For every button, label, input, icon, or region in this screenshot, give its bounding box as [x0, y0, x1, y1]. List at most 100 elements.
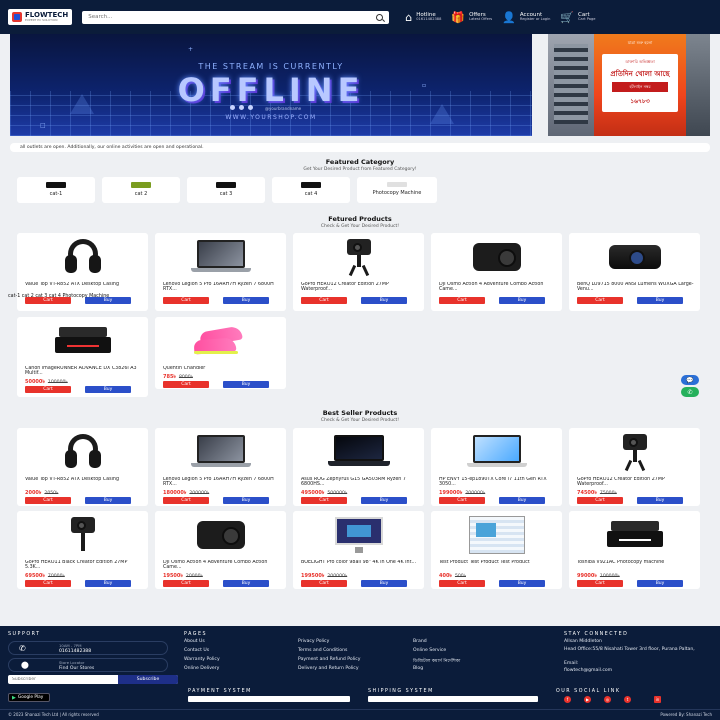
account-link[interactable]: 👤 Account Register or Login: [502, 12, 550, 23]
google-play-badge[interactable]: ▶ Google Play: [8, 693, 50, 702]
product-card[interactable]: DJI Osmo Action 4 Adventure Combo Action…: [431, 233, 562, 311]
product-name[interactable]: Canon imageRUNNER ADVANCE DX C3826i A3 M…: [25, 366, 143, 377]
footer-link-contact[interactable]: Contact Us: [184, 648, 209, 653]
add-to-cart-button[interactable]: Cart: [163, 497, 209, 504]
product-name[interactable]: Value Top VT-R852 ATX Desktop Casing: [25, 477, 143, 482]
footer-link-online-service[interactable]: Online Service: [413, 648, 446, 653]
category-card[interactable]: cat-1: [17, 177, 95, 203]
product-card[interactable]: Test Product Test Product Test Product 4…: [431, 511, 562, 589]
product-name[interactable]: Value Top VT-R852 ATX Desktop Casing: [25, 282, 143, 287]
product-name[interactable]: DJI Osmo Action 4 Adventure Combo Action…: [163, 560, 281, 571]
whatsapp-chat-button[interactable]: ✆: [681, 387, 699, 397]
buy-now-button[interactable]: Buy: [85, 386, 131, 393]
linkedin-icon[interactable]: in: [654, 696, 661, 703]
product-name[interactable]: BOELIGHT Pro color 98all 98" 4K In One 4…: [301, 560, 419, 565]
footer-link-privacy[interactable]: Privacy Policy: [298, 639, 329, 644]
product-card[interactable]: Toshiba V921AC Photocopy machine 99000৳ 1…: [569, 511, 700, 589]
product-name[interactable]: Asus ROG Zephyrus G15 GA503RM Ryzen 7 68…: [301, 477, 419, 488]
add-to-cart-button[interactable]: Cart: [439, 297, 485, 304]
buy-now-button[interactable]: Buy: [223, 580, 269, 587]
add-to-cart-button[interactable]: Cart: [439, 580, 485, 587]
product-card[interactable]: Value Top VT-R852 ATX Desktop Casing 200…: [17, 428, 148, 506]
product-card[interactable]: Canon imageRUNNER ADVANCE DX C3826i A3 M…: [17, 317, 148, 397]
search-icon[interactable]: [376, 13, 384, 21]
add-to-cart-button[interactable]: Cart: [577, 297, 623, 304]
product-name[interactable]: BenQ LU9715 8000 ANSI Lumens WUXGA Large…: [577, 282, 695, 293]
store-locator[interactable]: ⬤ Store Locator Find Our Stores: [8, 658, 168, 672]
add-to-cart-button[interactable]: Cart: [301, 497, 347, 504]
email-address[interactable]: flowtech@gmail.com: [564, 668, 612, 673]
product-name[interactable]: GoPro HERO12 Creator Edition 27MP Waterp…: [301, 282, 419, 293]
site-logo[interactable]: FLOWTECH EXPERT PC SOLUTION: [8, 9, 73, 25]
twitter-icon[interactable]: t: [624, 696, 631, 703]
product-name[interactable]: Lenovo Legion 5 Pro 16ARH7H Ryzen 7 6800…: [163, 282, 281, 293]
product-card[interactable]: HP ENVY 15-ep1890TX Core i7 11th Gen RTX…: [431, 428, 562, 506]
category-card[interactable]: cat 3: [187, 177, 265, 203]
product-card[interactable]: DJI Osmo Action 4 Adventure Combo Action…: [155, 511, 286, 589]
buy-now-button[interactable]: Buy: [361, 297, 407, 304]
add-to-cart-button[interactable]: Cart: [439, 497, 485, 504]
footer-link-delivery-return[interactable]: Delivery and Return Policy: [298, 666, 359, 671]
product-name[interactable]: Test Product Test Product Test Product: [439, 560, 557, 565]
footer-link-online-delivery[interactable]: Online Delivery: [184, 666, 219, 671]
footer-link-blog[interactable]: Blog: [413, 666, 423, 671]
buy-now-button[interactable]: Buy: [637, 580, 683, 587]
category-card[interactable]: Photocopy Machine: [357, 177, 437, 203]
add-to-cart-button[interactable]: Cart: [25, 580, 71, 587]
product-card[interactable]: Value Top VT-R852 ATX Desktop Casing Car…: [17, 233, 148, 311]
hero-banner[interactable]: + ▫ □ THE STREAM IS CURRENTLY OFFLINE @y…: [10, 34, 532, 136]
product-name[interactable]: DJI Osmo Action 4 Adventure Combo Action…: [439, 282, 557, 293]
subscribe-input[interactable]: [12, 675, 112, 684]
product-card[interactable]: Quentin Chandler 785৳ 8000৳ Cart Buy: [155, 317, 286, 389]
buy-now-button[interactable]: Buy: [361, 580, 407, 587]
footer-link-terms[interactable]: Terms and Conditions: [298, 648, 347, 653]
product-name[interactable]: Toshiba V921AC Photocopy machine: [577, 560, 695, 565]
add-to-cart-button[interactable]: Cart: [577, 497, 623, 504]
buy-now-button[interactable]: Buy: [499, 497, 545, 504]
buy-now-button[interactable]: Buy: [499, 297, 545, 304]
footer-link-brand[interactable]: Brand: [413, 639, 427, 644]
footer-link-about[interactable]: About Us: [184, 639, 205, 644]
product-card[interactable]: Lenovo Legion 5 Pro 16ARH7H Ryzen 7 6800…: [155, 233, 286, 311]
product-card[interactable]: Asus ROG Zephyrus G15 GA503RM Ryzen 7 68…: [293, 428, 424, 506]
product-card[interactable]: BOELIGHT Pro color 98all 98" 4K In One 4…: [293, 511, 424, 589]
messenger-chat-button[interactable]: 💬: [681, 375, 699, 385]
buy-now-button[interactable]: Buy: [223, 297, 269, 304]
buy-now-button[interactable]: Buy: [361, 497, 407, 504]
category-strip[interactable]: cat-1 cat 2 cat 3 cat 4 Photocopy Machin…: [8, 294, 109, 299]
facebook-icon[interactable]: f: [564, 696, 571, 703]
category-card[interactable]: cat 2: [102, 177, 180, 203]
offers-link[interactable]: 🎁 Offers Latest Offers: [451, 12, 492, 23]
product-card[interactable]: Lenovo Legion 5 Pro 16ARH7H Ryzen 7 6800…: [155, 428, 286, 506]
add-to-cart-button[interactable]: Cart: [577, 580, 623, 587]
add-to-cart-button[interactable]: Cart: [163, 580, 209, 587]
add-to-cart-button[interactable]: Cart: [301, 297, 347, 304]
footer-link-digital-commerce[interactable]: ডিজিটাল কমার্স নির্দেশিকা: [413, 657, 460, 665]
add-to-cart-button[interactable]: Cart: [25, 497, 71, 504]
product-name[interactable]: Lenovo Legion 5 Pro 16ARH7H Ryzen 7 6800…: [163, 477, 281, 488]
instagram-icon[interactable]: ◎: [604, 696, 611, 703]
buy-now-button[interactable]: Buy: [637, 297, 683, 304]
category-card[interactable]: cat 4: [272, 177, 350, 203]
product-card[interactable]: BenQ LU9715 8000 ANSI Lumens WUXGA Large…: [569, 233, 700, 311]
product-name[interactable]: HP ENVY 15-ep1890TX Core i7 11th Gen RTX…: [439, 477, 557, 488]
buy-now-button[interactable]: Buy: [223, 497, 269, 504]
side-ad[interactable]: যাত্রা শুরু হলো ডাক্তারি অভিজ্ঞতা প্রতিদ…: [548, 34, 710, 136]
add-to-cart-button[interactable]: Cart: [301, 580, 347, 587]
buy-now-button[interactable]: Buy: [85, 580, 131, 587]
buy-now-button[interactable]: Buy: [223, 381, 269, 388]
product-card[interactable]: GoPro HERO11 Black Creator Edition 27MP …: [17, 511, 148, 589]
footer-link-warranty[interactable]: Warranty Policy: [184, 657, 220, 662]
footer-link-payment-refund[interactable]: Payment and Refund Policy: [298, 657, 361, 662]
product-card[interactable]: GoPro HERO12 Creator Edition 27MP Waterp…: [569, 428, 700, 506]
add-to-cart-button[interactable]: Cart: [163, 381, 209, 388]
product-name[interactable]: Quentin Chandler: [163, 366, 281, 371]
subscribe-button[interactable]: Subscribe: [118, 675, 178, 684]
search-input[interactable]: [88, 14, 359, 20]
cart-link[interactable]: 🛒 Cart Cart Page: [560, 12, 595, 23]
buy-now-button[interactable]: Buy: [637, 497, 683, 504]
add-to-cart-button[interactable]: Cart: [163, 297, 209, 304]
youtube-icon[interactable]: ▶: [584, 696, 591, 703]
add-to-cart-button[interactable]: Cart: [25, 386, 71, 393]
product-name[interactable]: GoPro HERO12 Creator Edition 27MP Waterp…: [577, 477, 695, 488]
